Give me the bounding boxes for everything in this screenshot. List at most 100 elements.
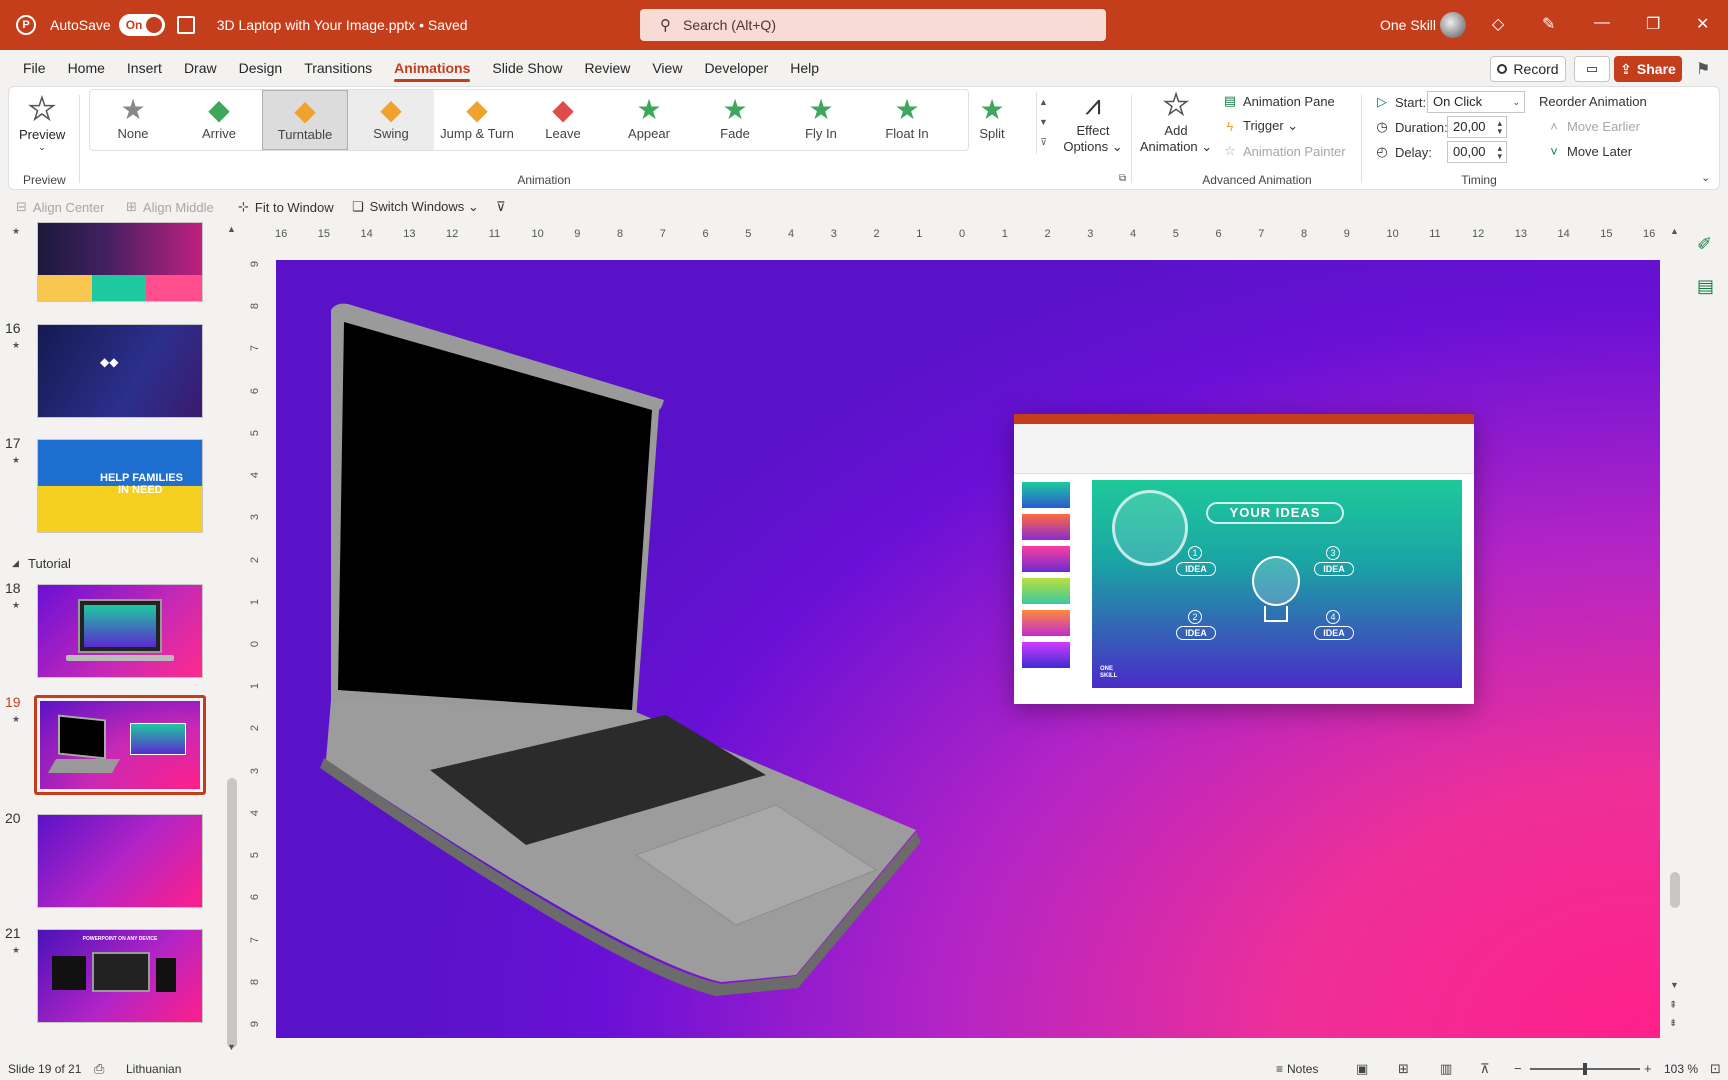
scroll-down-icon[interactable]: ▼: [227, 1042, 236, 1052]
slide-thumbnail-17[interactable]: HELP FAMILIES IN NEED: [37, 439, 203, 533]
comments-button[interactable]: ▭: [1574, 56, 1610, 82]
autosave-toggle[interactable]: On: [118, 14, 165, 36]
tab-file[interactable]: File: [12, 50, 57, 86]
scroll-down-icon[interactable]: ▼: [1037, 112, 1050, 132]
tab-view[interactable]: View: [641, 50, 693, 86]
move-later-button[interactable]: ˅ Move Later: [1547, 144, 1632, 159]
tab-review[interactable]: Review: [573, 50, 641, 86]
scroll-up-icon[interactable]: ▲: [1670, 226, 1679, 236]
anim-fade[interactable]: ★ Fade: [692, 90, 778, 150]
align-middle-button[interactable]: ⊞ Align Middle: [126, 199, 214, 215]
anim-arrive[interactable]: ◆ Arrive: [176, 90, 262, 150]
editor-scrollbar[interactable]: ▲ ▼ ⇞ ⇟: [1666, 222, 1684, 1036]
anim-leave[interactable]: ◆ Leave: [520, 90, 606, 150]
laptop-3d[interactable]: [320, 303, 921, 996]
align-center-button[interactable]: ⊟ Align Center: [16, 199, 104, 215]
zoom-in-icon[interactable]: +: [1644, 1061, 1652, 1076]
search-box[interactable]: ⚲ Search (Alt+Q): [640, 9, 1106, 41]
pen-icon[interactable]: ✎: [1542, 14, 1555, 34]
notes-button[interactable]: ≡ Notes: [1276, 1062, 1318, 1076]
duration-spinner[interactable]: 20,00 ▴ ▾: [1447, 116, 1507, 138]
anim-split[interactable]: ★ Split: [950, 90, 1034, 150]
tab-developer[interactable]: Developer: [693, 50, 779, 86]
customize-qat-icon[interactable]: ⊽: [496, 199, 506, 215]
avatar[interactable]: [1440, 12, 1466, 38]
diamond-icon[interactable]: ◇: [1492, 14, 1504, 34]
close-icon[interactable]: ✕: [1696, 14, 1709, 34]
reading-view-icon[interactable]: ▥: [1440, 1061, 1452, 1077]
minimize-icon[interactable]: —: [1594, 14, 1610, 32]
anim-float-in[interactable]: ★ Float In: [864, 90, 950, 150]
slide-thumbnail-15[interactable]: [37, 222, 203, 302]
slide-sorter-icon[interactable]: ⊞: [1398, 1061, 1409, 1077]
zoom-out-icon[interactable]: −: [1514, 1061, 1522, 1076]
next-slide-icon[interactable]: ⇟: [1669, 1018, 1677, 1029]
animation-painter-button[interactable]: ☆ Animation Painter: [1223, 143, 1345, 159]
effect-options-button[interactable]: ⩘ Effect Options ⌄: [1063, 87, 1123, 155]
move-earlier-button[interactable]: ˄ Move Earlier: [1547, 119, 1640, 134]
user-name[interactable]: One Skill: [1380, 17, 1436, 33]
slide-thumbnail-20[interactable]: [37, 814, 203, 908]
slide-thumbnail-21[interactable]: POWERPOINT ON ANY DEVICE: [37, 929, 203, 1023]
language-indicator[interactable]: Lithuanian: [126, 1062, 181, 1076]
preview-button[interactable]: ★ Preview ⌄: [19, 92, 65, 163]
anim-turntable[interactable]: ◆ Turntable: [262, 90, 348, 150]
trigger-button[interactable]: ϟ Trigger ⌄: [1223, 118, 1299, 134]
add-animation-button[interactable]: ★ Add Animation ⌄: [1139, 87, 1213, 155]
ruler-tick-label: 5: [249, 429, 262, 436]
tab-transitions[interactable]: Transitions: [293, 50, 383, 86]
chevron-down-icon: ˅: [1550, 144, 1558, 159]
collapse-ribbon-icon[interactable]: ⌄: [1701, 171, 1710, 184]
share-button[interactable]: ⇪ Share: [1614, 56, 1682, 82]
tab-home[interactable]: Home: [57, 50, 116, 86]
copilot-icon[interactable]: ⚑: [1696, 59, 1710, 79]
designer-icon[interactable]: ✐: [1697, 234, 1712, 255]
slide-canvas[interactable]: YOUR IDEAS 1 IDEA 2 IDEA 3 IDEA 4 IDEA O…: [276, 260, 1660, 1038]
section-tutorial[interactable]: Tutorial: [28, 556, 71, 571]
anim-fly-in[interactable]: ★ Fly In: [778, 90, 864, 150]
embedded-screenshot[interactable]: YOUR IDEAS 1 IDEA 2 IDEA 3 IDEA 4 IDEA O…: [1014, 414, 1474, 704]
scroll-up-icon[interactable]: ▲: [227, 224, 236, 234]
record-button[interactable]: Record: [1490, 56, 1566, 82]
zoom-slider-knob[interactable]: [1583, 1063, 1587, 1075]
normal-view-icon[interactable]: ▣: [1356, 1061, 1368, 1077]
tab-animations[interactable]: Animations: [383, 50, 481, 86]
switch-windows-button[interactable]: ❏ Switch Windows ⌄: [352, 199, 479, 215]
slide-thumbnail-18[interactable]: [37, 584, 203, 678]
spinner-arrows-icon[interactable]: ▴ ▾: [1497, 119, 1502, 136]
animation-pane-button[interactable]: ▤ Animation Pane: [1223, 93, 1335, 109]
start-select[interactable]: On Click ⌄: [1427, 91, 1525, 113]
document-title[interactable]: 3D Laptop with Your Image.pptx • Saved: [217, 17, 468, 33]
tab-help[interactable]: Help: [779, 50, 830, 86]
tab-draw[interactable]: Draw: [173, 50, 228, 86]
gallery-scroll[interactable]: ▲ ▼ ⊽: [1036, 92, 1050, 154]
slideshow-icon[interactable]: ⊼: [1480, 1061, 1490, 1077]
slide-thumbnail-19[interactable]: [34, 695, 206, 795]
slide-thumbnail-16[interactable]: ◆◆: [37, 324, 203, 418]
anim-none[interactable]: ★ None: [90, 90, 176, 150]
zoom-level[interactable]: 103 %: [1664, 1062, 1698, 1076]
delay-spinner[interactable]: 00,00 ▴ ▾: [1447, 141, 1507, 163]
scroll-thumb[interactable]: [1670, 872, 1680, 908]
anim-swing[interactable]: ◆ Swing: [348, 90, 434, 150]
thumbnail-scrollbar[interactable]: ▲ ▼: [224, 222, 240, 1058]
save-icon[interactable]: [176, 16, 195, 34]
previous-slide-icon[interactable]: ⇞: [1669, 1000, 1677, 1011]
tab-insert[interactable]: Insert: [116, 50, 173, 86]
animation-pane-side-icon[interactable]: ▤: [1697, 276, 1714, 297]
anim-appear[interactable]: ★ Appear: [606, 90, 692, 150]
fit-to-window-button[interactable]: ⊹ Fit to Window: [238, 199, 334, 215]
scroll-down-icon[interactable]: ▼: [1670, 980, 1679, 990]
tab-slide-show[interactable]: Slide Show: [481, 50, 573, 86]
scroll-thumb[interactable]: [227, 778, 237, 1048]
scroll-up-icon[interactable]: ▲: [1037, 92, 1050, 112]
tab-design[interactable]: Design: [228, 50, 294, 86]
restore-icon[interactable]: ❐: [1646, 14, 1660, 34]
dialog-launcher-icon[interactable]: ⧉: [1119, 173, 1126, 184]
anim-jump-turn[interactable]: ◆ Jump & Turn: [434, 90, 520, 150]
collapse-section-icon[interactable]: ◢: [12, 558, 19, 569]
spinner-arrows-icon[interactable]: ▴ ▾: [1497, 144, 1502, 161]
spellcheck-icon[interactable]: ⎙: [94, 1061, 104, 1077]
fit-slide-icon[interactable]: ⊡: [1710, 1061, 1721, 1077]
gallery-expand-icon[interactable]: ⊽: [1037, 132, 1050, 152]
